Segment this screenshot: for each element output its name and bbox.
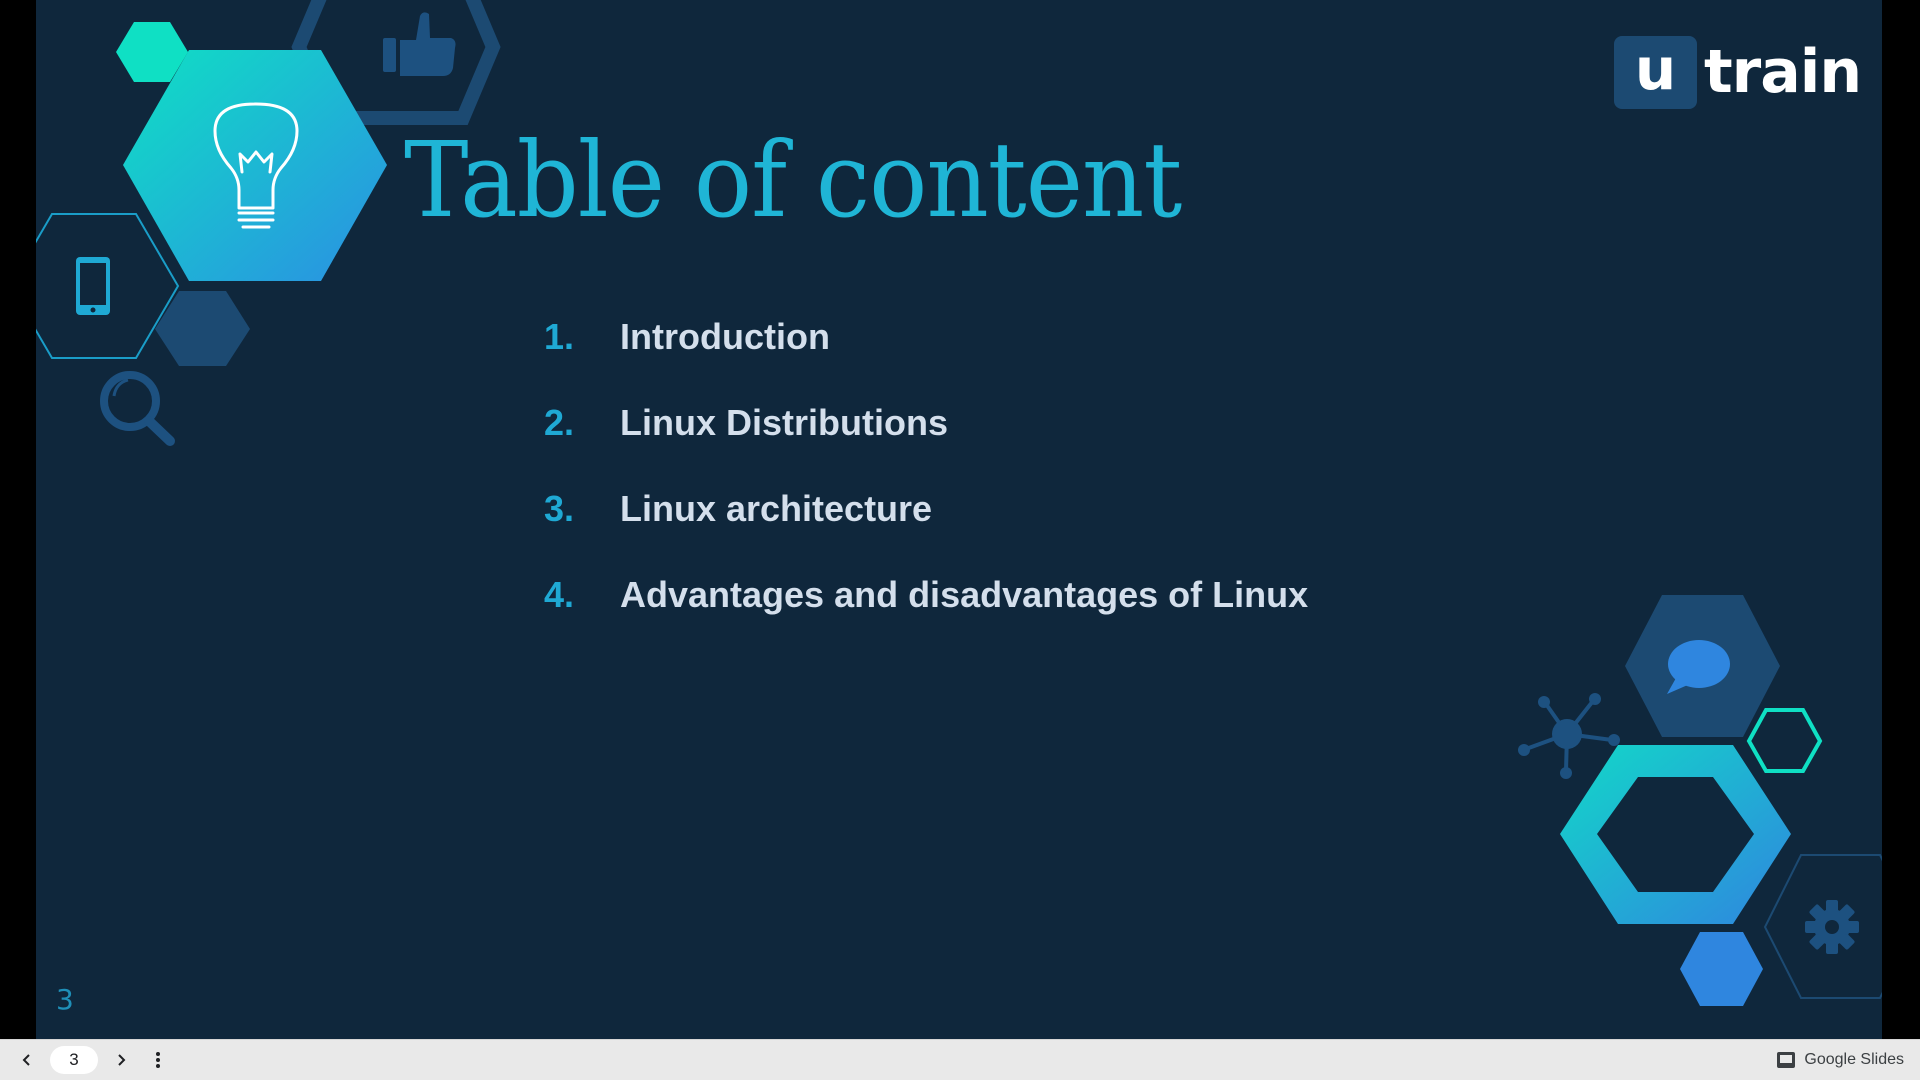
presentation-stage: Table of content 1. Introduction 2. Linu… bbox=[0, 0, 1920, 1039]
chevron-left-icon bbox=[22, 1054, 30, 1066]
chevron-right-icon bbox=[118, 1054, 126, 1066]
magnifier-icon bbox=[100, 371, 175, 446]
slide-canvas: Table of content 1. Introduction 2. Linu… bbox=[36, 0, 1882, 1039]
gear-icon bbox=[1805, 900, 1859, 954]
toc-item-number: 4. bbox=[544, 574, 575, 615]
toc-item: 2. Linux Distributions bbox=[544, 401, 1308, 487]
more-vert-icon bbox=[156, 1052, 160, 1068]
hex-teal-outline bbox=[1746, 708, 1823, 773]
toc-item-number: 1. bbox=[544, 316, 575, 357]
table-of-contents: 1. Introduction 2. Linux Distributions 3… bbox=[544, 315, 1308, 659]
slide-number: 3 bbox=[56, 983, 74, 1016]
google-slides-link[interactable]: Google Slides bbox=[1776, 1040, 1904, 1080]
slide-title: Table of content bbox=[404, 119, 1182, 241]
hex-ring-large bbox=[1560, 745, 1791, 924]
toc-item-label: Linux Distributions bbox=[620, 402, 948, 443]
previous-slide-button[interactable] bbox=[14, 1047, 40, 1073]
toc-item: 1. Introduction bbox=[544, 315, 1308, 401]
hex-lightbulb bbox=[123, 50, 387, 281]
smartphone-icon bbox=[76, 257, 110, 315]
more-options-button[interactable] bbox=[145, 1047, 171, 1073]
logo-text: train bbox=[1704, 37, 1862, 107]
toc-item-number: 2. bbox=[544, 402, 575, 443]
slides-icon bbox=[1777, 1052, 1796, 1068]
next-slide-button[interactable] bbox=[108, 1047, 134, 1073]
toc-item: 4. Advantages and disadvantages of Linux bbox=[544, 573, 1308, 659]
toc-item-label: Advantages and disadvantages of Linux bbox=[620, 574, 1309, 615]
hex-blue-small bbox=[1680, 932, 1763, 1006]
google-slides-label: Google Slides bbox=[1804, 1051, 1904, 1068]
slide-number-input[interactable] bbox=[50, 1046, 98, 1074]
slides-embed-toolbar: Google Slides bbox=[0, 1039, 1920, 1080]
toc-item: 3. Linux architecture bbox=[544, 487, 1308, 573]
logo-mark: u bbox=[1614, 36, 1697, 109]
toc-item-number: 3. bbox=[544, 488, 575, 529]
toc-item-label: Linux architecture bbox=[620, 488, 933, 529]
thumbs-up-icon bbox=[383, 12, 456, 76]
utrain-logo: u train bbox=[1614, 36, 1862, 109]
toc-item-label: Introduction bbox=[620, 316, 830, 357]
